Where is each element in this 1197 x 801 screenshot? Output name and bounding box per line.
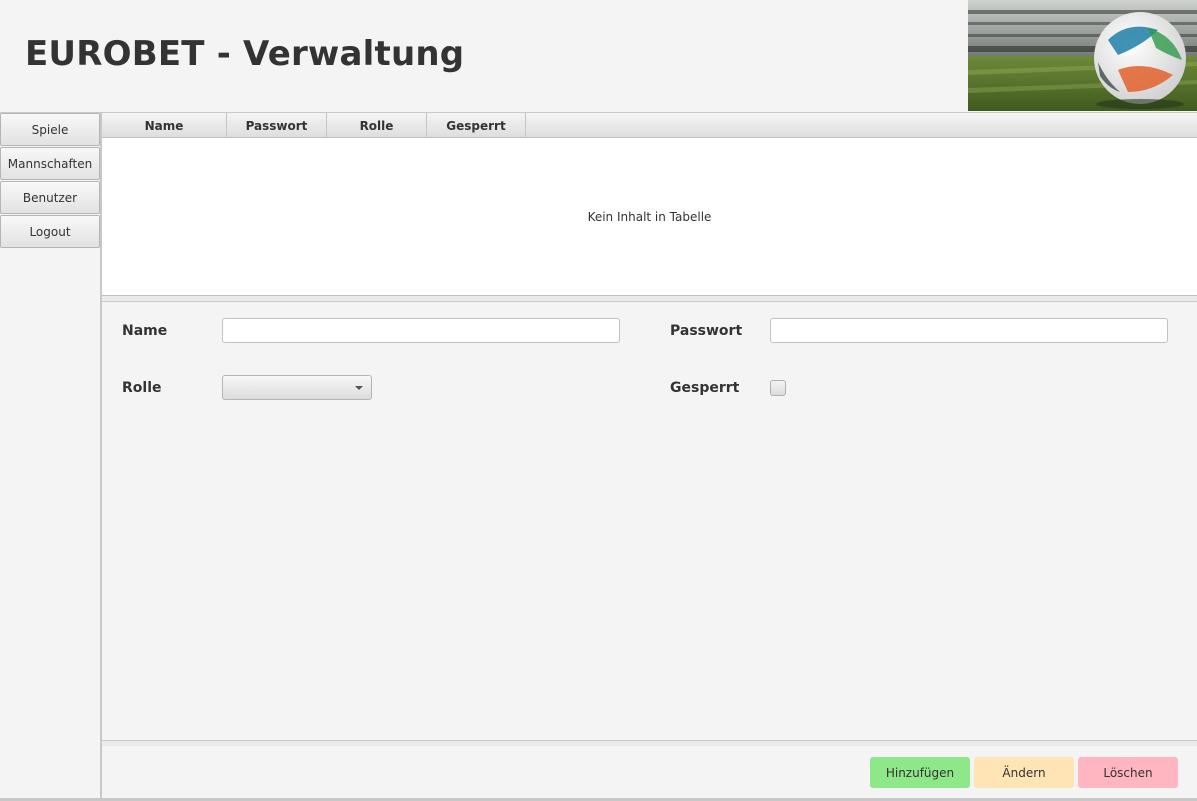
locked-checkbox[interactable] <box>770 380 786 396</box>
action-bar: Hinzufügen Ändern Löschen <box>102 746 1197 799</box>
password-input[interactable] <box>770 318 1168 343</box>
sidebar-item-mannschaften[interactable]: Mannschaften <box>0 147 100 180</box>
app-title: EUROBET - Verwaltung <box>25 34 465 74</box>
table-header: Name Passwort Rolle Gesperrt <box>102 113 1197 138</box>
name-input[interactable] <box>222 318 620 343</box>
password-label: Passwort <box>670 323 743 339</box>
role-select[interactable] <box>222 375 372 400</box>
column-header-name[interactable]: Name <box>102 113 227 138</box>
sidebar-item-spiele[interactable]: Spiele <box>0 113 100 146</box>
role-label: Rolle <box>122 380 162 396</box>
chevron-down-icon <box>355 386 363 390</box>
sidebar-item-benutzer[interactable]: Benutzer <box>0 181 100 214</box>
stadium-football-image <box>968 0 1197 111</box>
edit-button[interactable]: Ändern <box>974 757 1074 788</box>
table-empty-placeholder: Kein Inhalt in Tabelle <box>587 210 712 224</box>
sidebar: Spiele Mannschaften Benutzer Logout <box>0 113 101 801</box>
column-header-rolle[interactable]: Rolle <box>327 113 427 138</box>
column-header-passwort[interactable]: Passwort <box>227 113 327 138</box>
locked-label: Gesperrt <box>670 380 740 396</box>
name-label: Name <box>122 323 168 339</box>
add-button[interactable]: Hinzufügen <box>870 757 970 788</box>
users-table[interactable]: Name Passwort Rolle Gesperrt Kein Inhalt… <box>102 113 1197 296</box>
sidebar-item-logout[interactable]: Logout <box>0 215 100 248</box>
user-form: Name Passwort Rolle Gesperrt <box>102 302 1197 740</box>
column-header-gesperrt[interactable]: Gesperrt <box>427 113 526 138</box>
delete-button[interactable]: Löschen <box>1078 757 1178 788</box>
header: EUROBET - Verwaltung <box>0 0 1197 112</box>
